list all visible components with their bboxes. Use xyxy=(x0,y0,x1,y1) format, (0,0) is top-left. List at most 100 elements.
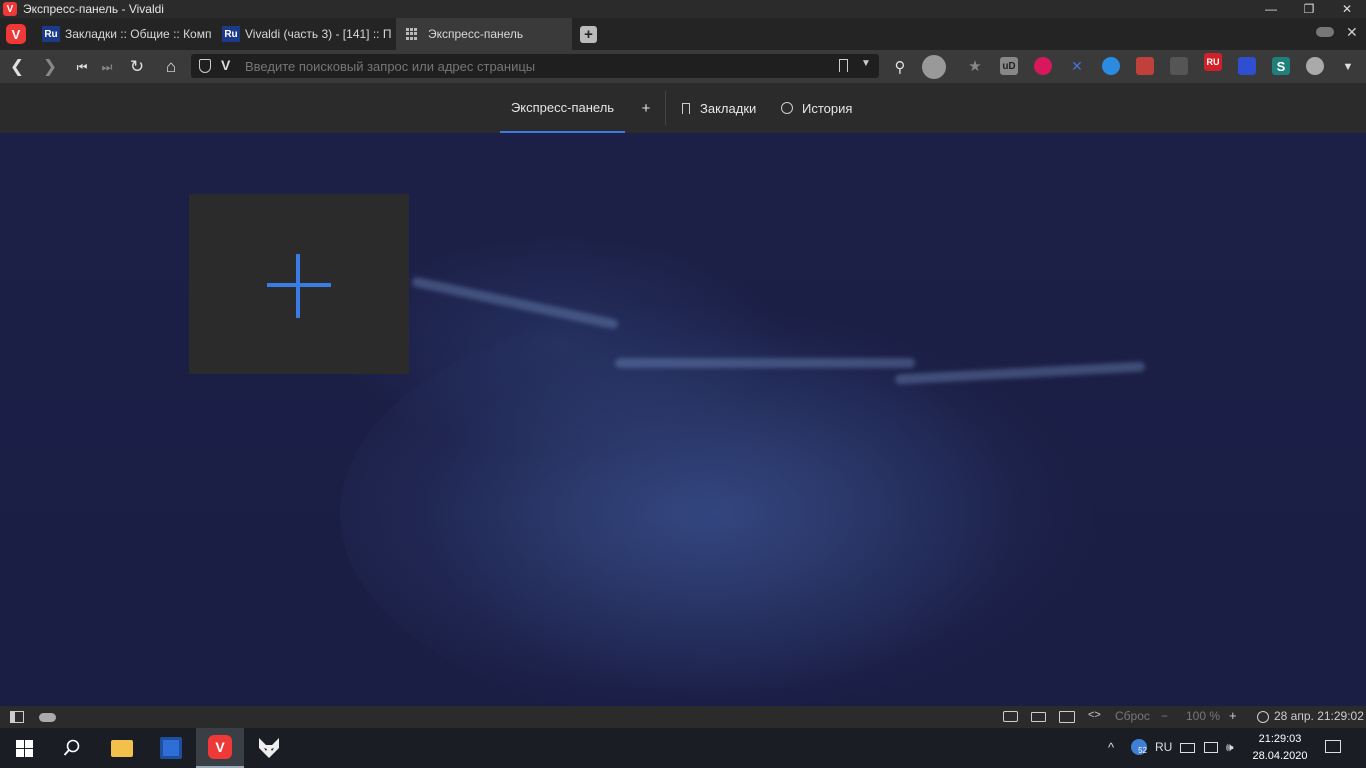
window-title: Экспресс-панель - Vivaldi xyxy=(23,2,164,16)
tab-speed-dial-page[interactable]: Экспресс-панель xyxy=(500,83,625,133)
tab-label: Экспресс-панель xyxy=(510,99,615,115)
download-extension-icon[interactable] xyxy=(1306,57,1324,75)
minimize-button[interactable]: — xyxy=(1252,0,1290,18)
tab-speed-dial[interactable]: Экспресс-панель xyxy=(396,18,572,50)
sync-cloud-icon[interactable] xyxy=(39,713,56,722)
background-light-band xyxy=(615,358,915,368)
pink-extension-icon[interactable] xyxy=(1034,57,1052,75)
zoom-reset-button[interactable]: Сброс xyxy=(1115,709,1150,723)
floppy-disk-icon xyxy=(160,737,182,759)
taskbar-file-explorer[interactable] xyxy=(98,728,146,768)
site-security-shield-icon[interactable] xyxy=(199,59,211,73)
speed-dial-icon xyxy=(406,28,418,40)
taskbar-vivaldi[interactable]: V xyxy=(196,728,244,768)
windows-logo-icon xyxy=(15,739,33,757)
ru-extension-badge-icon[interactable]: RU xyxy=(1204,53,1222,71)
image-toggle-icon[interactable] xyxy=(1059,711,1075,723)
fast-forward-button[interactable]: ⏭ xyxy=(95,55,119,79)
add-speed-dial-group-button[interactable]: + xyxy=(636,83,656,133)
volume-icon[interactable]: 🕪 xyxy=(1226,740,1234,755)
ru-favicon-icon: Ru xyxy=(222,26,240,42)
lock-extension-icon[interactable] xyxy=(1238,57,1256,75)
network-icon[interactable] xyxy=(1204,742,1218,753)
sync-cloud-icon[interactable] xyxy=(1316,27,1334,37)
clock-time: 21:29:03 xyxy=(1258,733,1302,745)
taskbar-search-button[interactable] xyxy=(48,728,96,768)
new-tab-button[interactable]: + xyxy=(580,26,597,43)
folder-icon xyxy=(111,739,133,757)
rewind-button[interactable]: ⏮ xyxy=(70,55,94,79)
clock-date: 28.04.2020 xyxy=(1252,750,1308,762)
zoom-level: 100 % xyxy=(1186,709,1221,723)
zoom-out-button[interactable]: − xyxy=(1161,709,1168,723)
statusbar-clock[interactable]: 28 апр. 21:29:02 xyxy=(1274,709,1364,723)
status-bar: <> Сброс − 100 % + 28 апр. 21:29:02 xyxy=(0,706,1366,728)
red-extension-icon[interactable] xyxy=(1136,57,1154,75)
address-field[interactable]: V ▼ xyxy=(191,54,879,78)
weather-badge[interactable]: 52 xyxy=(1131,739,1147,755)
tab-label: Vivaldi (часть 3) - [141] :: Про xyxy=(245,27,392,41)
start-page-nav: Экспресс-панель + Закладки История xyxy=(0,83,1366,133)
language-indicator[interactable]: RU xyxy=(1155,740,1172,754)
vivaldi-menu-button[interactable]: V xyxy=(6,24,26,44)
taskbar-fox-app[interactable] xyxy=(245,728,293,768)
taskbar-clock[interactable]: 21:29:03 28.04.2020 xyxy=(1248,731,1312,765)
background-light-band xyxy=(411,276,619,330)
vivaldi-app-icon: V xyxy=(3,2,17,16)
ru-favicon-icon: Ru xyxy=(42,26,60,42)
history-clock-icon xyxy=(781,102,793,114)
add-speed-dial-tile[interactable] xyxy=(189,194,409,374)
address-bar-row: ❮ ❯ ⏮ ⏭ ↻ ⌂ V ▼ ⚲ ★ uD ✕ RU S ▼ xyxy=(0,50,1366,83)
tab-label: Закладки xyxy=(700,100,757,116)
start-button[interactable] xyxy=(0,728,48,768)
tab-bookmarks-forum[interactable]: Ru Закладки :: Общие :: Компьют xyxy=(36,18,212,50)
tab-vivaldi-forum[interactable]: Ru Vivaldi (часть 3) - [141] :: Про xyxy=(216,18,392,50)
notification-center-icon[interactable] xyxy=(1325,740,1341,753)
blue-extension-icon[interactable] xyxy=(1102,57,1120,75)
page-actions-icon[interactable]: <> xyxy=(1088,709,1101,721)
vivaldi-v-icon: V xyxy=(221,57,231,73)
grey-extension-icon[interactable] xyxy=(1170,57,1188,75)
reload-button[interactable]: ↻ xyxy=(125,55,149,79)
bookmark-page-icon[interactable] xyxy=(839,59,848,72)
extension-x-icon[interactable]: ✕ xyxy=(1068,57,1086,75)
vivaldi-icon: V xyxy=(208,735,232,759)
divider xyxy=(665,91,666,125)
plus-icon xyxy=(267,283,331,287)
forward-button[interactable]: ❯ xyxy=(38,55,62,79)
screenshot-camera-icon[interactable] xyxy=(1003,711,1018,722)
home-button[interactable]: ⌂ xyxy=(159,55,183,79)
search-icon xyxy=(63,739,80,756)
start-page: Экспресс-панель + Закладки История xyxy=(0,83,1366,706)
tab-bar: V Ru Закладки :: Общие :: Компьют Ru Viv… xyxy=(0,18,1366,50)
window-titlebar: V Экспресс-панель - Vivaldi — ❐ ✕ xyxy=(0,0,1366,18)
profile-avatar[interactable] xyxy=(922,55,946,79)
restore-button[interactable]: ❐ xyxy=(1290,0,1328,18)
zoom-in-button[interactable]: + xyxy=(1229,708,1237,723)
ublock-origin-icon[interactable]: uD xyxy=(1000,57,1018,75)
page-tiling-icon[interactable] xyxy=(1031,712,1046,722)
battery-icon[interactable] xyxy=(1180,743,1195,753)
windows-taskbar: V ^ 52 RU 🕪 21:29:03 28.04.2020 xyxy=(0,728,1366,768)
address-input[interactable] xyxy=(245,54,825,78)
tab-label: Закладки :: Общие :: Компьют xyxy=(65,27,212,41)
tab-label: Экспресс-панель xyxy=(428,27,524,41)
panel-toggle-icon[interactable] xyxy=(10,711,24,723)
tab-bookmarks-page[interactable]: Закладки xyxy=(682,83,756,133)
tab-bar-close-icon[interactable]: ✕ xyxy=(1346,24,1358,41)
extensions-dropdown-icon[interactable]: ▼ xyxy=(1336,55,1360,79)
clock-icon xyxy=(1257,711,1269,723)
weather-temperature: 52 xyxy=(1138,746,1147,755)
tab-history-page[interactable]: История xyxy=(781,83,852,133)
address-dropdown-icon[interactable]: ▼ xyxy=(861,58,871,69)
close-button[interactable]: ✕ xyxy=(1328,0,1366,18)
window-controls: — ❐ ✕ xyxy=(1252,0,1366,18)
search-icon[interactable]: ⚲ xyxy=(888,55,912,79)
fox-icon xyxy=(259,738,279,758)
tray-overflow-chevron-icon[interactable]: ^ xyxy=(1108,740,1114,755)
star-icon[interactable]: ★ xyxy=(966,57,984,75)
s-extension-icon[interactable]: S xyxy=(1272,57,1290,75)
back-button[interactable]: ❮ xyxy=(5,55,29,79)
taskbar-save-app[interactable] xyxy=(147,728,195,768)
tab-label: История xyxy=(802,100,853,116)
